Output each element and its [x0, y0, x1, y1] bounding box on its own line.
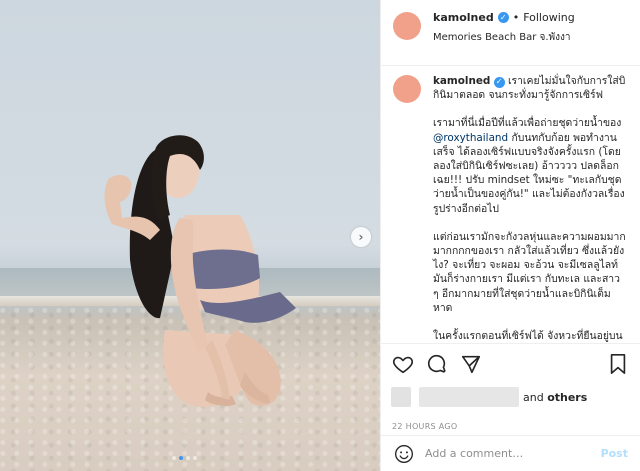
liker-name-blurred — [419, 387, 519, 407]
caption-username-link[interactable]: kamolned — [433, 75, 490, 87]
heart-icon[interactable] — [391, 352, 415, 376]
carousel-indicator — [172, 456, 197, 460]
photo-person-illustration — [104, 135, 296, 408]
username-link[interactable]: kamolned — [433, 11, 494, 24]
following-button[interactable]: Following — [523, 11, 575, 24]
carousel-dot — [186, 456, 190, 460]
caption-paragraph-2: แต่ก่อนเรามักจะกังวลหุ่นและความผอมมากมาก… — [433, 230, 626, 314]
carousel-dot-active — [179, 456, 183, 460]
bookmark-icon[interactable] — [606, 352, 630, 376]
post-side-panel: kamolned ✓ • Following Memories Beach Ba… — [380, 0, 640, 471]
location-link[interactable]: Memories Beach Bar จ.พังงา — [433, 30, 575, 45]
smiley-icon[interactable] — [393, 443, 415, 465]
post-header: kamolned ✓ • Following Memories Beach Ba… — [381, 0, 640, 66]
likes-others-link[interactable]: others — [547, 391, 587, 404]
action-icons — [391, 352, 630, 376]
chevron-right-icon: › — [358, 230, 364, 244]
verified-badge-icon: ✓ — [493, 76, 505, 88]
caption-avatar[interactable] — [393, 75, 421, 103]
liker-avatar-blurred — [391, 387, 411, 407]
post-header-meta: kamolned ✓ • Following Memories Beach Ba… — [433, 11, 575, 45]
caption-paragraph-1-start: เรามาที่นี่เมื่อปีที่แล้วเพื่อถ่ายชุดว่า… — [433, 117, 622, 130]
paper-plane-icon[interactable] — [459, 352, 483, 376]
mention-link[interactable]: @roxythailand — [433, 132, 508, 144]
post-actions: and others 22 HOURS AGO Post — [381, 343, 640, 471]
post-photo[interactable]: › — [0, 0, 380, 471]
comment-bubble-icon[interactable] — [425, 352, 449, 376]
instagram-post: › kamolned ✓ • Following Memories Beach … — [0, 0, 640, 471]
post-comment-button[interactable]: Post — [601, 447, 628, 460]
caption-text: kamolned ✓ เราเคยไม่มั่นใจกับการใส่บิกิน… — [433, 74, 628, 343]
caption-paragraph-3: ในครั้งแรกตอนที่เซิร์ฟได้ จังหวะที่ยืนอย… — [433, 330, 623, 343]
avatar[interactable] — [393, 12, 421, 40]
caption-area: kamolned ✓ เราเคยไม่มั่นใจกับการใส่บิกิน… — [381, 66, 640, 343]
carousel-dot — [172, 456, 176, 460]
carousel-dot — [193, 456, 197, 460]
caption-paragraph-1-end: กับนทกับก้อย พอทำงานเสร็จ ได้ลองเซิร์ฟแบ… — [433, 131, 625, 215]
post-timestamp[interactable]: 22 HOURS AGO — [392, 422, 630, 431]
next-image-button[interactable]: › — [351, 227, 371, 247]
comment-input[interactable] — [425, 447, 601, 460]
separator-dot: • — [512, 11, 520, 24]
verified-badge-icon: ✓ — [497, 12, 509, 23]
comment-bar: Post — [381, 435, 640, 471]
likes-others-text: and others — [523, 391, 587, 404]
likes-summary[interactable]: and others — [391, 386, 630, 408]
likes-and-word: and — [523, 390, 544, 404]
